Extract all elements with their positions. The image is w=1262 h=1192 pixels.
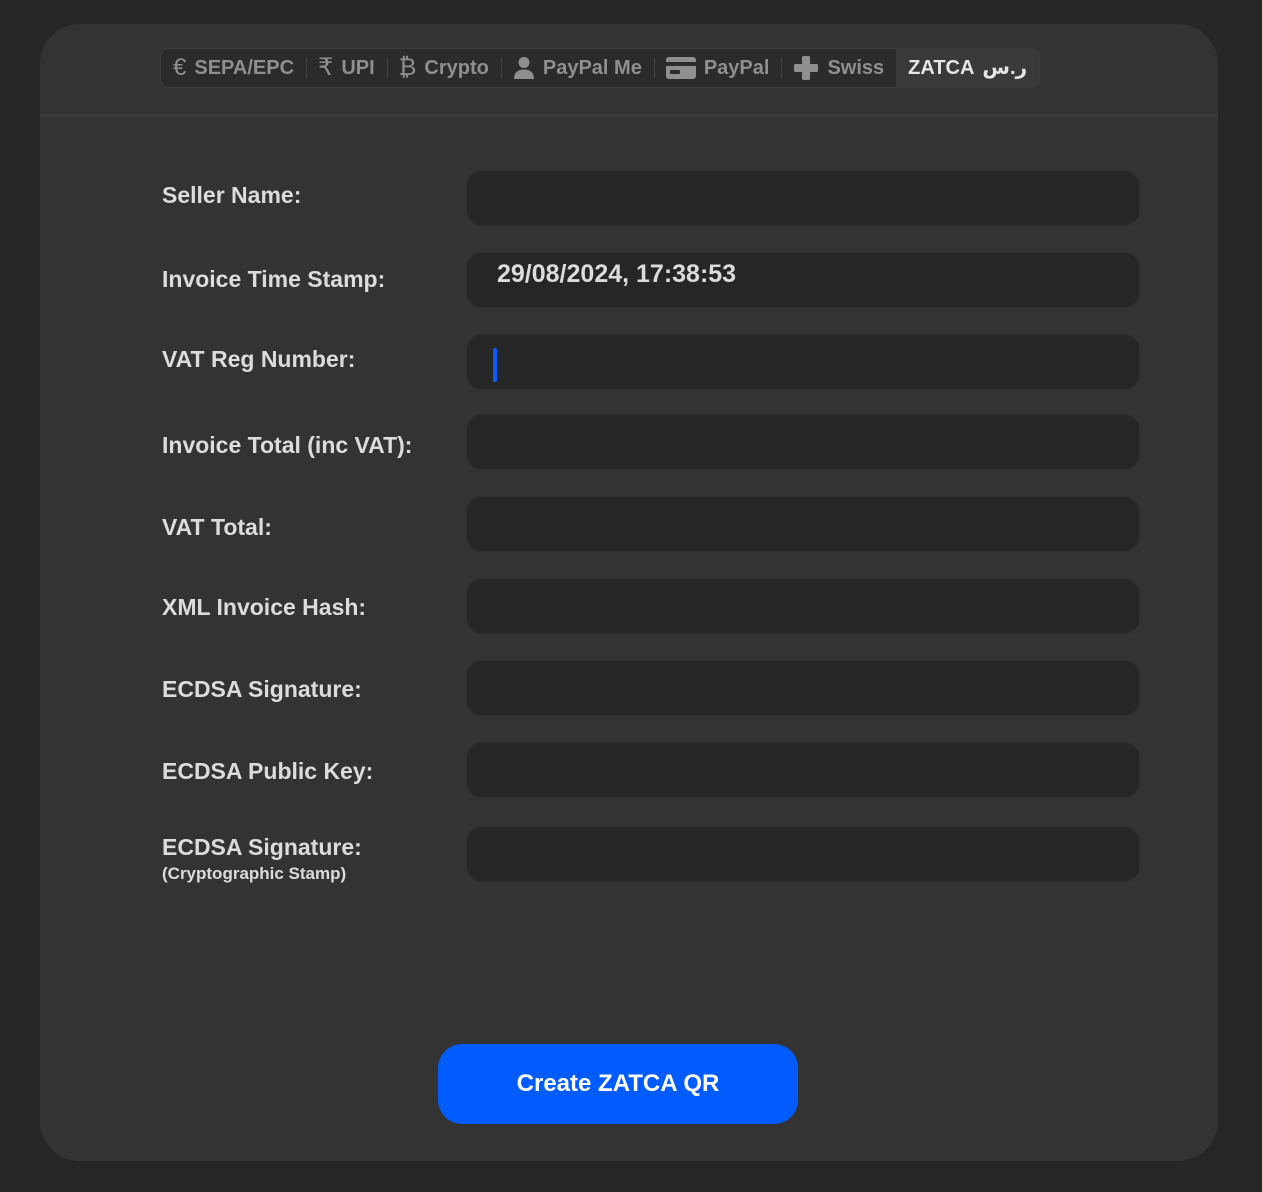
zatca-form-panel: € SEPA/EPC ₹ UPI ₿ Crypto PayPal Me PayP…	[40, 24, 1218, 1161]
vat-reg-number-label: VAT Reg Number:	[162, 346, 356, 372]
ecdsa-stamp-row: ECDSA Signature: (Cryptographic Stamp)	[162, 826, 1140, 883]
tab-paypal[interactable]: PayPal	[653, 49, 782, 87]
riyal-icon: ر.س	[982, 57, 1028, 79]
invoice-time-stamp-row: Invoice Time Stamp:	[162, 252, 1140, 308]
seller-name-input[interactable]	[466, 170, 1140, 226]
tab-swiss[interactable]: Swiss	[781, 49, 896, 87]
seller-name-label: Seller Name:	[162, 182, 302, 208]
rupee-icon: ₹	[318, 54, 334, 81]
tab-zatca[interactable]: ZATCA ر.س	[896, 49, 1040, 87]
tab-crypto[interactable]: ₿ Crypto	[386, 49, 501, 87]
tab-label: UPI	[341, 56, 375, 79]
seller-name-row: Seller Name:	[162, 170, 1140, 226]
text-caret	[493, 348, 497, 382]
invoice-total-label: Invoice Total (inc VAT):	[162, 432, 413, 458]
euro-icon: €	[173, 54, 187, 81]
invoice-total-row: Invoice Total (inc VAT):	[162, 414, 1140, 470]
tab-label: Crypto	[424, 56, 489, 79]
swiss-cross-icon	[793, 55, 819, 81]
vat-total-row: VAT Total:	[162, 496, 1140, 552]
tab-label: ZATCA	[908, 56, 975, 79]
tab-label: SEPA/EPC	[194, 56, 295, 79]
ecdsa-stamp-input[interactable]	[466, 826, 1140, 882]
invoice-time-stamp-label: Invoice Time Stamp:	[162, 266, 386, 292]
tab-upi[interactable]: ₹ UPI	[306, 49, 387, 87]
tab-label: PayPal Me	[542, 56, 642, 79]
invoice-total-input[interactable]	[466, 414, 1140, 470]
person-icon	[513, 56, 535, 80]
xml-invoice-hash-input[interactable]	[466, 578, 1140, 634]
tab-label: Swiss	[827, 56, 885, 79]
create-zatca-qr-button[interactable]: Create ZATCA QR	[438, 1044, 798, 1124]
xml-invoice-hash-label: XML Invoice Hash:	[162, 594, 367, 620]
ecdsa-public-key-row: ECDSA Public Key:	[162, 742, 1140, 798]
invoice-time-stamp-input[interactable]	[466, 252, 1140, 308]
tab-paypal-me[interactable]: PayPal Me	[500, 49, 654, 87]
ecdsa-stamp-label: ECDSA Signature:	[162, 834, 362, 860]
credit-card-icon	[665, 57, 696, 79]
ecdsa-signature-label: ECDSA Signature:	[162, 676, 362, 702]
ecdsa-public-key-input[interactable]	[466, 742, 1140, 798]
ecdsa-stamp-sublabel: (Cryptographic Stamp)	[162, 864, 347, 883]
bitcoin-icon: ₿	[398, 54, 417, 81]
tabbar-section: € SEPA/EPC ₹ UPI ₿ Crypto PayPal Me PayP…	[40, 24, 1218, 117]
ecdsa-signature-input[interactable]	[466, 660, 1140, 716]
payment-type-tabs: € SEPA/EPC ₹ UPI ₿ Crypto PayPal Me PayP…	[160, 48, 1041, 88]
tab-sepa-epc[interactable]: € SEPA/EPC	[161, 49, 306, 87]
ecdsa-signature-row: ECDSA Signature:	[162, 660, 1140, 716]
ecdsa-public-key-label: ECDSA Public Key:	[162, 758, 374, 784]
vat-reg-number-row: VAT Reg Number:	[162, 334, 1140, 390]
vat-total-label: VAT Total:	[162, 514, 272, 540]
vat-reg-number-input[interactable]	[466, 334, 1140, 390]
tab-label: PayPal	[703, 56, 770, 79]
xml-invoice-hash-row: XML Invoice Hash:	[162, 578, 1140, 634]
vat-total-input[interactable]	[466, 496, 1140, 552]
